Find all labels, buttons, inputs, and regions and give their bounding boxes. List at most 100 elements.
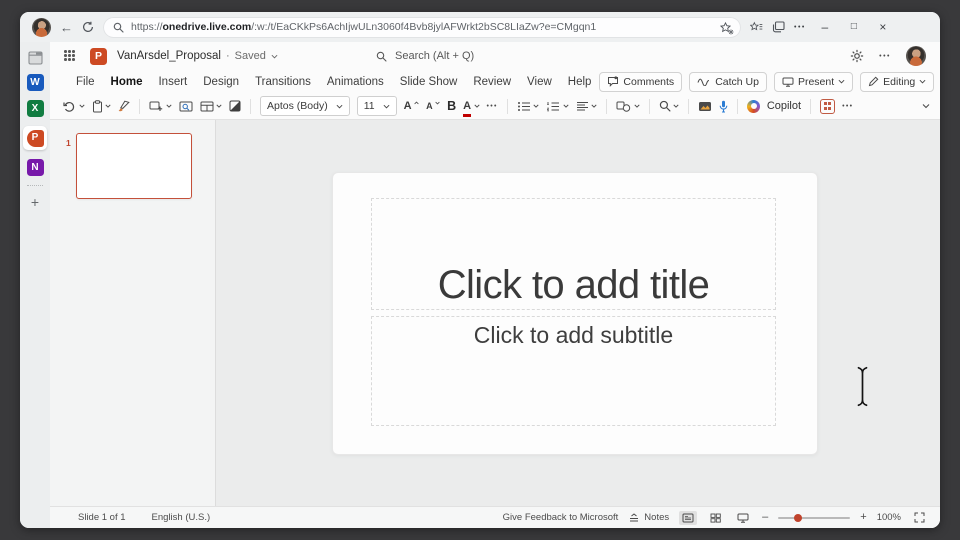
header-more-icon[interactable]: ••• xyxy=(879,53,891,60)
tab-animations[interactable]: Animations xyxy=(319,76,392,88)
slide-sorter-button[interactable] xyxy=(707,511,724,525)
title-placeholder-text: Click to add title xyxy=(437,263,710,307)
find-button[interactable] xyxy=(659,100,680,112)
catch-up-button[interactable]: Catch Up xyxy=(689,71,767,92)
excel-icon[interactable]: X xyxy=(26,100,44,117)
new-slide-button[interactable] xyxy=(149,101,172,112)
zoom-in-button[interactable]: + xyxy=(860,512,866,523)
onenote-icon[interactable]: N xyxy=(26,159,44,176)
zoom-slider-knob[interactable] xyxy=(794,513,803,522)
undo-button[interactable] xyxy=(63,101,85,112)
designer-button[interactable] xyxy=(229,100,241,112)
zoom-out-button[interactable]: – xyxy=(762,512,768,523)
add-favorite-icon[interactable] xyxy=(720,21,734,35)
font-name-select[interactable]: Aptos (Body) xyxy=(260,96,350,116)
powerpoint-icon: P xyxy=(26,129,44,147)
tab-design[interactable]: Design xyxy=(195,76,247,88)
grow-font-button[interactable]: A xyxy=(404,100,419,112)
zoom-slider[interactable] xyxy=(778,513,851,522)
desktop-background: ← https://onedrive.live.com/:w:/t/EaCKkP… xyxy=(0,0,960,540)
divider xyxy=(810,98,812,114)
address-bar[interactable]: https://onedrive.live.com/:w:/t/EaCKkPs6… xyxy=(103,16,741,38)
ribbon-more-icon[interactable]: ••• xyxy=(842,103,853,110)
bullets-button[interactable] xyxy=(517,101,540,112)
notes-button[interactable]: Notes xyxy=(628,512,669,523)
reuse-slides-button[interactable] xyxy=(179,101,193,112)
document-title[interactable]: VanArsdel_Proposal xyxy=(117,50,221,62)
present-button[interactable]: Present xyxy=(773,71,854,92)
saved-label: Saved xyxy=(234,50,266,62)
powerpoint-logo-icon[interactable]: P xyxy=(90,47,107,65)
divider xyxy=(606,98,608,114)
save-status[interactable]: · Saved xyxy=(226,50,278,62)
tab-file[interactable]: File xyxy=(68,76,103,88)
feedback-link[interactable]: Give Feedback to Microsoft xyxy=(503,512,619,523)
word-icon[interactable]: W xyxy=(26,74,44,91)
back-icon[interactable]: ← xyxy=(60,21,73,34)
tab-view[interactable]: View xyxy=(519,76,560,88)
chevron-down-icon xyxy=(591,104,597,108)
tab-slide-show[interactable]: Slide Show xyxy=(392,76,466,88)
browser-profile-avatar[interactable] xyxy=(32,17,51,37)
refresh-icon[interactable] xyxy=(82,21,94,33)
paste-button[interactable] xyxy=(92,99,112,113)
chevron-down-icon xyxy=(838,79,845,84)
slide-thumbnail[interactable] xyxy=(76,133,192,199)
collections-icon[interactable] xyxy=(772,21,785,33)
tab-transitions[interactable]: Transitions xyxy=(247,76,319,88)
add-app-icon[interactable]: + xyxy=(31,195,39,209)
slide-canvas: Click to add title Click to add subtitle xyxy=(332,172,818,455)
tab-insert[interactable]: Insert xyxy=(150,76,195,88)
copilot-button[interactable]: Copilot xyxy=(747,99,801,113)
language-selector[interactable]: English (U.S.) xyxy=(152,512,211,523)
shrink-font-button[interactable]: A xyxy=(426,101,440,112)
maximize-button[interactable]: □ xyxy=(844,22,864,32)
tab-review[interactable]: Review xyxy=(465,76,519,88)
url-host: onedrive.live.com xyxy=(162,21,252,33)
dictate-button[interactable] xyxy=(719,100,728,113)
favorites-icon[interactable] xyxy=(750,21,763,33)
account-avatar[interactable] xyxy=(906,46,926,66)
bold-button[interactable]: B xyxy=(447,100,456,113)
slide-sorter-icon xyxy=(710,513,721,523)
editor-content: 1 Click to add title Click to add subtit… xyxy=(50,120,940,506)
collapse-ribbon-icon[interactable] xyxy=(922,103,930,109)
browser-more-icon[interactable]: ••• xyxy=(794,24,806,31)
numbering-button[interactable] xyxy=(546,101,569,112)
text-cursor xyxy=(856,366,869,407)
microphone-icon xyxy=(719,100,728,113)
powerpoint-app: P VanArsdel_Proposal · Saved Search (Alt… xyxy=(50,42,940,528)
align-button[interactable] xyxy=(576,101,598,112)
window-icon[interactable] xyxy=(27,51,43,65)
normal-view-button[interactable] xyxy=(679,510,698,525)
comments-button[interactable]: Comments xyxy=(599,71,683,92)
shapes-button[interactable] xyxy=(616,101,640,112)
font-color-button[interactable]: A xyxy=(463,96,480,117)
designer-image-button[interactable] xyxy=(698,101,712,112)
minimize-button[interactable]: – xyxy=(815,21,835,33)
title-placeholder[interactable]: Click to add title xyxy=(371,198,776,310)
zoom-level[interactable]: 100% xyxy=(877,512,901,523)
more-font-options-icon[interactable]: ••• xyxy=(487,103,498,110)
layout-button[interactable] xyxy=(200,101,223,112)
tab-help[interactable]: Help xyxy=(560,76,600,88)
slide-info: Slide 1 of 1 xyxy=(78,512,126,523)
designer-panel-icon[interactable] xyxy=(820,98,836,114)
fit-slide-button[interactable] xyxy=(911,510,928,525)
sidebar-divider xyxy=(27,185,43,186)
app-launcher-icon[interactable] xyxy=(64,50,76,62)
slideshow-view-button[interactable] xyxy=(734,511,752,525)
font-name-value: Aptos (Body) xyxy=(267,100,328,112)
font-size-select[interactable]: 11 xyxy=(356,96,397,116)
editing-button[interactable]: Editing xyxy=(860,71,935,92)
caret-down-icon xyxy=(435,101,440,105)
powerpoint-sidebar-active[interactable]: P xyxy=(23,126,47,150)
ribbon-toolbar: Aptos (Body) 11 A A B A ••• Copilot ••• xyxy=(50,93,940,120)
tab-home[interactable]: Home xyxy=(103,76,151,88)
close-button[interactable]: × xyxy=(873,21,893,33)
divider xyxy=(250,98,251,114)
subtitle-placeholder[interactable]: Click to add subtitle xyxy=(371,316,776,426)
settings-gear-icon[interactable] xyxy=(850,49,864,63)
format-painter-button[interactable] xyxy=(118,100,130,112)
search-input[interactable]: Search (Alt + Q) xyxy=(376,42,474,70)
